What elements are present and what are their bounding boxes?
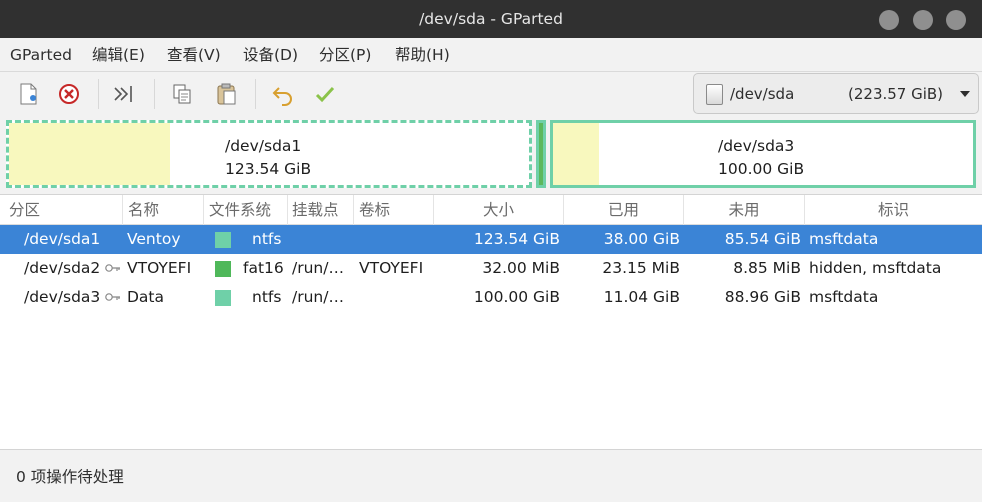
table-row[interactable]: /dev/sda1 Ventoy ntfs 123.54 GiB 38.00 G…: [0, 225, 982, 254]
table-header: 分区 名称 文件系统 挂载点 卷标 大小 已用 未用 标识: [0, 195, 982, 225]
filesystem-color-swatch: [215, 290, 231, 306]
table-row[interactable]: /dev/sda2 VTOYEFI fat16 /run/… VTOYEFI 3…: [0, 254, 982, 283]
cell-label: [359, 283, 433, 312]
partition-block-sda3[interactable]: /dev/sda3 100.00 GiB: [550, 120, 976, 188]
cell-flags: msftdata: [809, 230, 879, 248]
pending-operations-text: 0 项操作待处理: [16, 468, 124, 486]
chevron-down-icon: [960, 91, 970, 97]
cell-name: Data: [127, 288, 165, 306]
column-partition[interactable]: 分区: [0, 195, 123, 225]
partition-block-size: 100.00 GiB: [718, 160, 805, 178]
apply-icon[interactable]: [311, 80, 339, 108]
device-name: /dev/sda: [730, 85, 795, 103]
cell-unused: 85.54 GiB: [724, 230, 801, 248]
menu-bar: GParted 编辑(E) 查看(V) 设备(D) 分区(P) 帮助(H): [0, 38, 982, 72]
menu-device[interactable]: 设备(D): [243, 38, 298, 72]
close-button[interactable]: [946, 10, 966, 30]
partition-block-name: /dev/sda3: [718, 137, 795, 155]
copy-icon[interactable]: [168, 80, 196, 108]
cell-size: 123.54 GiB: [473, 230, 560, 248]
status-bar: 0 项操作待处理: [0, 452, 982, 502]
cell-used: 11.04 GiB: [603, 288, 680, 306]
cell-filesystem: ntfs: [252, 230, 282, 248]
toolbar-separator: [98, 79, 99, 109]
partition-block-sda2[interactable]: [536, 120, 546, 188]
undo-icon[interactable]: [269, 80, 297, 108]
column-label[interactable]: 卷标: [354, 195, 434, 225]
table-row[interactable]: /dev/sda3 Data ntfs /run/… 100.00 GiB 11…: [0, 283, 982, 312]
key-icon: [105, 293, 120, 301]
cell-label: VTOYEFI: [359, 259, 424, 277]
cell-filesystem: ntfs: [252, 288, 282, 306]
cell-mountpoint: /run/…: [292, 288, 344, 306]
cell-flags: hidden, msftdata: [809, 259, 942, 277]
partition-block-name: /dev/sda1: [225, 137, 302, 155]
column-flags[interactable]: 标识: [805, 195, 982, 225]
device-selector[interactable]: /dev/sda (223.57 GiB): [693, 73, 979, 114]
key-icon: [105, 264, 120, 272]
paste-icon[interactable]: [213, 80, 241, 108]
cell-partition: /dev/sda1: [24, 230, 101, 248]
column-size[interactable]: 大小: [434, 195, 564, 225]
cell-size: 100.00 GiB: [473, 288, 560, 306]
cell-partition: /dev/sda3: [24, 288, 101, 306]
partition-block-size: 123.54 GiB: [225, 160, 312, 178]
partition-block-sda1[interactable]: /dev/sda1 123.54 GiB: [6, 120, 532, 188]
partition-table: 分区 名称 文件系统 挂载点 卷标 大小 已用 未用 标识 /dev/sda1 …: [0, 194, 982, 450]
partition-graph: /dev/sda1 123.54 GiB /dev/sda3 100.00 Gi…: [0, 116, 982, 194]
column-unused[interactable]: 未用: [684, 195, 805, 225]
cell-unused: 8.85 MiB: [733, 259, 801, 277]
column-filesystem[interactable]: 文件系统: [204, 195, 288, 225]
cell-name: VTOYEFI: [127, 259, 192, 277]
title-bar: /dev/sda - GParted: [0, 0, 982, 38]
column-name[interactable]: 名称: [123, 195, 204, 225]
cell-used: 23.15 MiB: [602, 259, 680, 277]
cell-used: 38.00 GiB: [603, 230, 680, 248]
column-used[interactable]: 已用: [564, 195, 684, 225]
delete-partition-icon[interactable]: [55, 80, 83, 108]
used-space-bar: [9, 123, 170, 185]
cell-mountpoint: /run/…: [292, 259, 344, 277]
minimize-button[interactable]: [879, 10, 899, 30]
cell-mountpoint: [292, 225, 352, 254]
device-size: (223.57 GiB): [848, 85, 944, 103]
toolbar-separator: [255, 79, 256, 109]
cell-flags: msftdata: [809, 288, 879, 306]
filesystem-color-swatch: [215, 232, 231, 248]
column-mountpoint[interactable]: 挂载点: [288, 195, 354, 225]
menu-partition[interactable]: 分区(P): [319, 38, 371, 72]
menu-edit[interactable]: 编辑(E): [92, 38, 145, 72]
used-space-bar: [553, 123, 599, 185]
resize-move-icon[interactable]: [110, 80, 138, 108]
new-partition-icon[interactable]: [14, 80, 42, 108]
cell-name: Ventoy: [127, 230, 181, 248]
maximize-button[interactable]: [913, 10, 933, 30]
menu-help[interactable]: 帮助(H): [395, 38, 450, 72]
cell-size: 32.00 MiB: [482, 259, 560, 277]
window-title: /dev/sda - GParted: [419, 10, 563, 28]
menu-gparted[interactable]: GParted: [10, 38, 72, 72]
cell-label: [359, 225, 433, 254]
gparted-window: /dev/sda - GParted GParted 编辑(E) 查看(V) 设…: [0, 0, 982, 502]
toolbar-separator: [154, 79, 155, 109]
cell-unused: 88.96 GiB: [724, 288, 801, 306]
disk-icon: [706, 84, 723, 105]
cell-partition: /dev/sda2: [24, 259, 101, 277]
filesystem-color-swatch: [215, 261, 231, 277]
menu-view[interactable]: 查看(V): [167, 38, 221, 72]
cell-filesystem: fat16: [243, 259, 284, 277]
